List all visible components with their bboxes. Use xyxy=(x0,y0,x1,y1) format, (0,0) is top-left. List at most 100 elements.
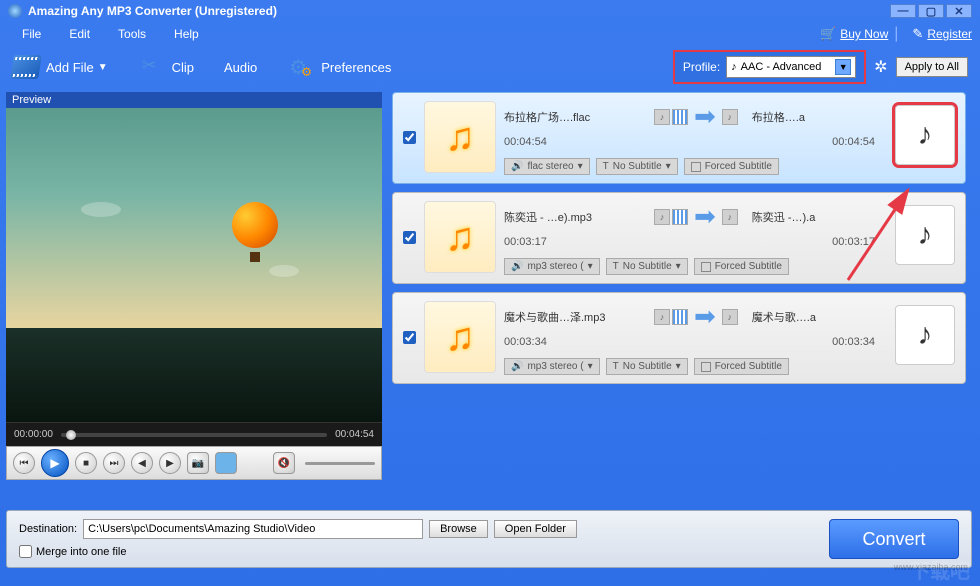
item-duration: 00:03:34 xyxy=(504,336,568,348)
profile-dropdown[interactable]: ♪ AAC - Advanced ▼ xyxy=(726,56,856,78)
audio-meta-dropdown[interactable]: 🔊 mp3 stereo ( ▾ xyxy=(504,358,600,375)
arrow-icon: ➡ xyxy=(694,101,716,132)
merge-checkbox-row[interactable]: Merge into one file xyxy=(19,545,577,558)
checkbox-icon xyxy=(701,262,711,272)
item-output-name: 布拉格….a xyxy=(752,109,836,125)
destination-input[interactable] xyxy=(83,519,423,539)
app-icon xyxy=(8,4,22,18)
item-duration: 00:04:54 xyxy=(504,136,568,148)
merge-checkbox[interactable] xyxy=(19,545,32,558)
window-title: Amazing Any MP3 Converter (Unregistered) xyxy=(28,4,277,18)
audio-meta-dropdown[interactable]: 🔊 mp3 stereo ( ▾ xyxy=(504,258,600,275)
merge-label: Merge into one file xyxy=(36,546,127,558)
next-button[interactable]: ⏭ xyxy=(103,452,125,474)
profile-label: Profile: xyxy=(683,60,720,74)
balloon-image xyxy=(232,202,282,262)
browse-button[interactable]: Browse xyxy=(429,520,488,538)
stop-button[interactable]: ■ xyxy=(75,452,97,474)
forced-subtitle-checkbox[interactable]: Forced Subtitle xyxy=(694,258,789,275)
apply-to-all-button[interactable]: Apply to All xyxy=(896,57,968,77)
chevron-down-icon: ▼ xyxy=(835,59,851,75)
step-fwd-button[interactable]: ▶ xyxy=(159,452,181,474)
target-note-icon: ♪ xyxy=(722,209,738,225)
profile-section: Profile: ♪ AAC - Advanced ▼ xyxy=(673,50,866,84)
item-filename: 魔术与歌曲…泽.mp3 xyxy=(504,309,654,325)
item-checkbox[interactable] xyxy=(403,331,416,344)
item-artwork: ♫ xyxy=(424,101,496,173)
menu-help[interactable]: Help xyxy=(160,23,213,45)
separator: | xyxy=(894,25,898,43)
timeline[interactable]: 00:00:00 00:04:54 xyxy=(6,422,382,446)
checkbox-icon xyxy=(701,362,711,372)
time-current: 00:00:00 xyxy=(14,429,53,440)
folder-button[interactable] xyxy=(215,452,237,474)
step-back-button[interactable]: ◀ xyxy=(131,452,153,474)
controls: ⏮ ▶ ■ ⏭ ◀ ▶ 📷 🔇 xyxy=(6,446,382,480)
item-checkbox[interactable] xyxy=(403,231,416,244)
music-icon: ♫ xyxy=(445,215,475,260)
forced-subtitle-checkbox[interactable]: Forced Subtitle xyxy=(694,358,789,375)
timeline-thumb[interactable] xyxy=(66,430,76,440)
menu-file[interactable]: File xyxy=(8,23,55,45)
audio-button[interactable]: Audio xyxy=(224,60,257,75)
menu-edit[interactable]: Edit xyxy=(55,23,104,45)
convert-button[interactable]: Convert xyxy=(829,519,959,559)
text-icon: T xyxy=(613,261,619,272)
target-note-icon: ♪ xyxy=(722,109,738,125)
source-note-icon: ♪ xyxy=(654,309,670,325)
output-thumbnail[interactable]: ♪ xyxy=(895,205,955,265)
source-note-icon: ♪ xyxy=(654,209,670,225)
snapshot-button[interactable]: 📷 xyxy=(187,452,209,474)
clip-button[interactable]: Clip xyxy=(138,55,194,79)
chevron-down-icon: ▾ xyxy=(578,161,583,172)
maximize-button[interactable]: ▢ xyxy=(918,4,944,18)
open-folder-button[interactable]: Open Folder xyxy=(494,520,577,538)
item-output-duration: 00:03:34 xyxy=(832,336,875,348)
preview-video[interactable] xyxy=(6,108,382,422)
minimize-button[interactable]: — xyxy=(890,4,916,18)
arrow-icon: ➡ xyxy=(694,301,716,332)
menubar: File Edit Tools Help 🛒 Buy Now | ✎ Regis… xyxy=(0,22,980,46)
forced-subtitle-checkbox[interactable]: Forced Subtitle xyxy=(684,158,779,175)
preview-label: Preview xyxy=(6,92,382,108)
list-item[interactable]: ♫ 陈奕迅 - …e).mp3 ♪ ➡ ♪ 陈奕迅 -…).a 00:03:17… xyxy=(392,192,966,284)
output-thumbnail[interactable]: ♪ xyxy=(895,305,955,365)
menu-tools[interactable]: Tools xyxy=(104,23,160,45)
subtitle-dropdown[interactable]: T No Subtitle ▾ xyxy=(606,258,688,275)
text-icon: T xyxy=(603,161,609,172)
register-link[interactable]: Register xyxy=(927,27,972,41)
output-thumbnail[interactable]: ♪ xyxy=(895,105,955,165)
settings-icon[interactable]: ✲ xyxy=(874,57,887,77)
file-list: ♫ 布拉格广场….flac ♪ ➡ ♪ 布拉格….a 00:04:54 00:0… xyxy=(392,92,970,488)
audio-label: Audio xyxy=(224,60,257,75)
close-button[interactable]: ✕ xyxy=(946,4,972,18)
chevron-down-icon: ▾ xyxy=(676,261,681,272)
buy-now-link[interactable]: Buy Now xyxy=(840,27,888,41)
mute-button[interactable]: 🔇 xyxy=(273,452,295,474)
item-checkbox[interactable] xyxy=(403,131,416,144)
add-file-button[interactable]: Add File ▼ xyxy=(12,55,108,79)
prev-button[interactable]: ⏮ xyxy=(13,452,35,474)
time-end: 00:04:54 xyxy=(335,429,374,440)
item-output-name: 魔术与歌….a xyxy=(752,309,836,325)
speaker-icon: 🔊 xyxy=(511,361,523,372)
item-output-duration: 00:03:17 xyxy=(832,236,875,248)
preferences-label: Preferences xyxy=(321,60,391,75)
item-filename: 陈奕迅 - …e).mp3 xyxy=(504,209,654,225)
list-item[interactable]: ♫ 魔术与歌曲…泽.mp3 ♪ ➡ ♪ 魔术与歌….a 00:03:34 00:… xyxy=(392,292,966,384)
timeline-track[interactable] xyxy=(61,433,327,437)
item-artwork: ♫ xyxy=(424,301,496,373)
subtitle-dropdown[interactable]: T No Subtitle ▾ xyxy=(596,158,678,175)
chevron-down-icon: ▾ xyxy=(666,161,671,172)
play-button[interactable]: ▶ xyxy=(41,449,69,477)
preferences-button[interactable]: Preferences xyxy=(287,55,391,79)
audio-meta-dropdown[interactable]: 🔊 flac stereo ▾ xyxy=(504,158,590,175)
titlebar: Amazing Any MP3 Converter (Unregistered)… xyxy=(0,0,980,22)
music-icon: ♫ xyxy=(445,115,475,160)
bottom-panel: Destination: Browse Open Folder Merge in… xyxy=(6,510,972,568)
subtitle-dropdown[interactable]: T No Subtitle ▾ xyxy=(606,358,688,375)
list-item[interactable]: ♫ 布拉格广场….flac ♪ ➡ ♪ 布拉格….a 00:04:54 00:0… xyxy=(392,92,966,184)
volume-slider[interactable] xyxy=(305,462,375,465)
chevron-down-icon: ▾ xyxy=(588,261,593,272)
source-note-icon: ♪ xyxy=(654,109,670,125)
